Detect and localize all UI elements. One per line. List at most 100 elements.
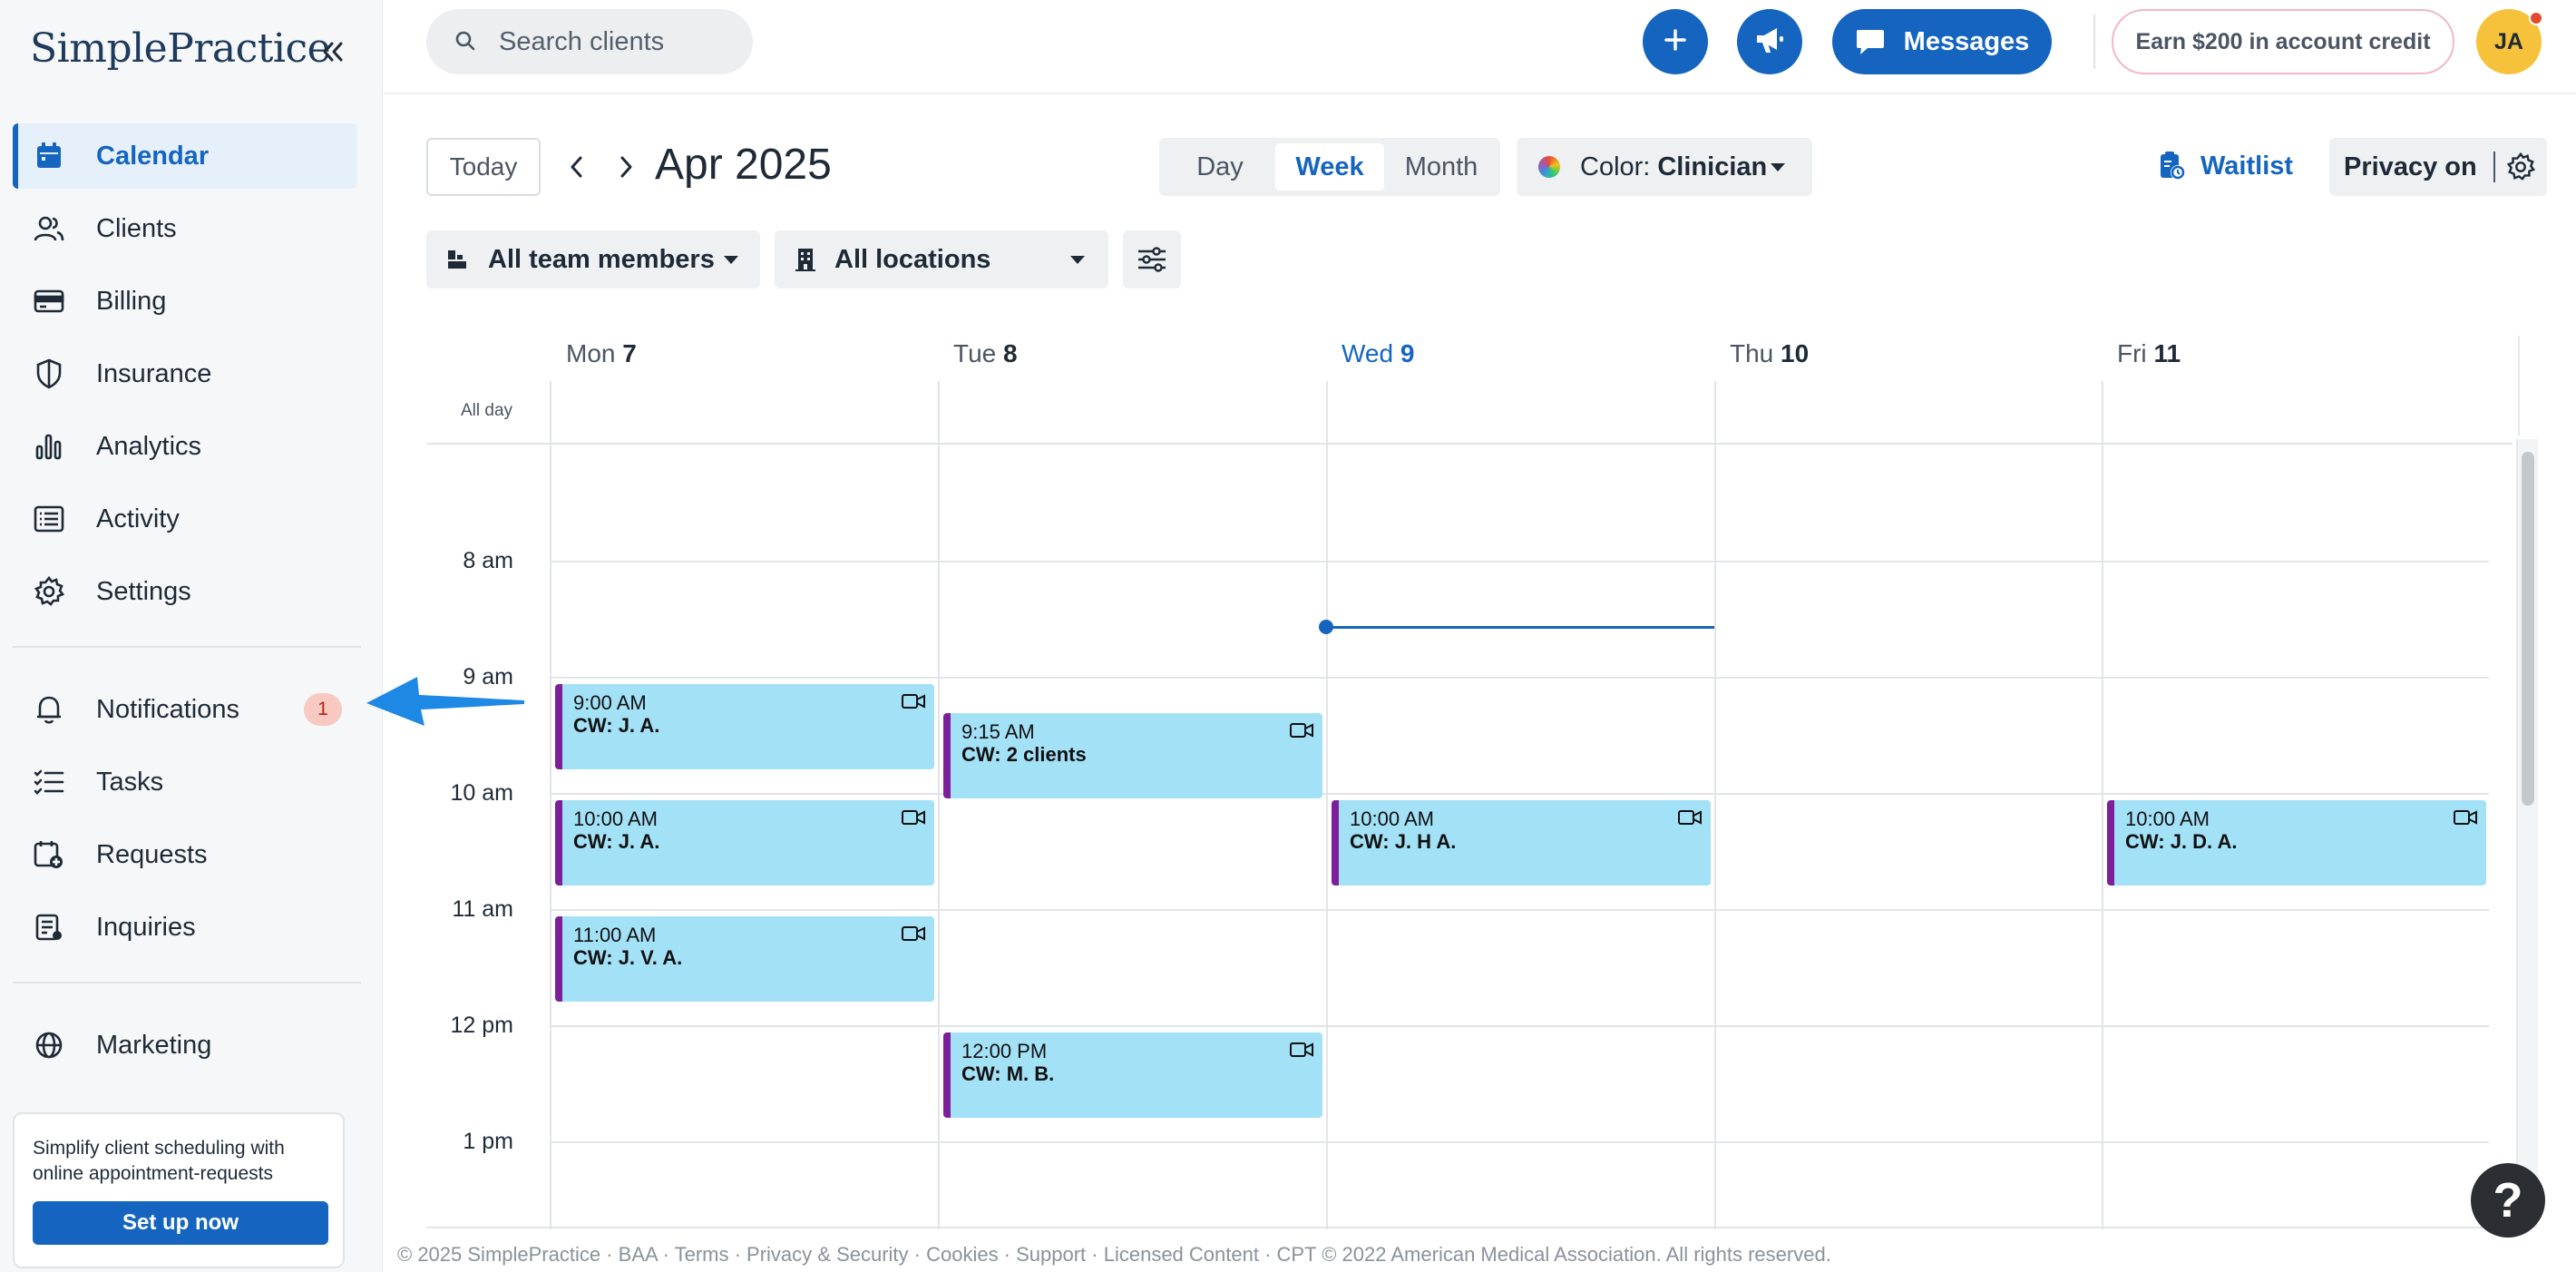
earn-credit-button[interactable]: Earn $200 in account credit [2112,9,2454,74]
team-members-icon [448,250,466,269]
sidebar: SimplePractice Calendar Clients Billing … [0,0,383,1272]
megaphone-icon [1753,24,1786,60]
sidebar-item-tasks[interactable]: Tasks [13,749,357,815]
messages-label: Messages [1903,26,2030,56]
view-month-tab[interactable]: Month [1390,143,1493,191]
waitlist-button[interactable]: Waitlist [2159,151,2293,181]
sidebar-item-label: Settings [96,576,191,606]
appointment-time: 9:00 AM [573,691,647,714]
video-camera-icon [902,694,925,709]
calendar-settings-button[interactable] [1123,230,1181,289]
annotation-arrow-icon [366,677,524,726]
bar-chart-icon [33,430,65,463]
hour-line [550,909,2489,911]
sidebar-item-calendar[interactable]: Calendar [13,123,357,189]
sidebar-item-clients[interactable]: Clients [13,196,357,261]
set-up-now-button[interactable]: Set up now [33,1201,328,1245]
sidebar-item-label: Inquiries [96,912,196,942]
sidebar-item-activity[interactable]: Activity [13,486,357,552]
sidebar-item-label: Calendar [96,141,210,171]
clients-icon [33,212,65,245]
day-header-tue[interactable]: Tue 8 [953,339,1018,368]
view-day-tab[interactable]: Day [1170,143,1270,191]
sidebar-item-billing[interactable]: Billing [13,269,357,334]
appointment-title: CW: J. A. [573,830,660,853]
locations-filter[interactable]: All locations [775,230,1108,289]
sidebar-item-insurance[interactable]: Insurance [13,341,357,406]
privacy-label: Privacy on [2344,152,2477,181]
appointment-block[interactable]: 10:00 AM CW: J. A. [555,800,934,886]
sidebar-item-inquiries[interactable]: Inquiries [13,895,357,960]
help-button[interactable]: ? [2471,1163,2545,1238]
privacy-separator [2493,152,2495,182]
month-title: Apr 2025 [655,141,832,189]
sidebar-item-requests[interactable]: Requests [13,822,357,887]
calendar-scrollbar-thumb[interactable] [2522,452,2534,806]
simplepractice-logo[interactable]: SimplePractice [30,25,331,72]
all-day-label: All day [461,401,513,420]
grid-right-edge [2518,336,2520,435]
sidebar-item-label: Marketing [96,1030,212,1060]
appointment-title: CW: J. V. A. [573,946,683,969]
team-filter-label: All team members [488,244,715,274]
caret-down-icon [724,256,738,264]
appointment-block[interactable]: 11:00 AM CW: J. V. A. [555,916,934,1002]
sidebar-item-analytics[interactable]: Analytics [13,414,357,479]
sidebar-item-label: Requests [96,839,208,869]
color-by-dropdown[interactable]: Color: Clinician [1517,138,1812,196]
sliders-icon [1138,247,1166,272]
time-label: 10 am [450,780,513,806]
caret-down-icon [1070,256,1085,264]
chevron-right-icon [620,156,632,178]
appointment-block[interactable]: 12:00 PM CW: M. B. [943,1032,1322,1118]
search-placeholder: Search clients [499,26,665,56]
current-time-dot [1319,620,1333,634]
video-camera-icon [902,926,925,941]
day-header-mon[interactable]: Mon 7 [566,339,637,368]
video-camera-icon [2454,810,2477,825]
appointment-block[interactable]: 10:00 AM CW: J. D. A. [2107,800,2486,886]
day-header-fri[interactable]: Fri 11 [2117,339,2181,368]
today-button[interactable]: Today [426,138,541,196]
view-week-tab[interactable]: Week [1275,143,1384,191]
day-header-wed[interactable]: Wed 9 [1342,339,1414,368]
promo-text: Simplify client scheduling with online a… [33,1138,285,1184]
hour-line [550,677,2489,679]
gear-icon[interactable] [2506,152,2535,181]
time-label: 11 am [452,896,513,922]
search-clients-input[interactable]: Search clients [426,9,753,74]
appointment-time: 11:00 AM [573,924,657,946]
privacy-toggle[interactable]: Privacy on [2329,138,2547,196]
appointment-block[interactable]: 9:15 AM CW: 2 clients [943,713,1322,798]
sidebar-item-settings[interactable]: Settings [13,559,357,624]
video-camera-icon [1290,1042,1313,1057]
credit-card-icon [33,285,65,318]
collapse-sidebar-icon[interactable] [317,36,348,67]
globe-icon [33,1029,65,1062]
next-week-button[interactable] [610,151,642,183]
day-column-divider [1714,381,1716,1229]
bell-icon [33,693,65,726]
plus-icon [1663,27,1688,57]
hour-line [550,561,2489,563]
gear-icon [33,575,65,608]
notifications-count-badge: 1 [304,693,342,726]
add-new-button[interactable] [1643,9,1708,74]
announcements-button[interactable] [1737,9,1802,74]
chevron-left-icon [571,156,582,178]
time-label: 1 pm [463,1129,513,1154]
sidebar-item-label: Tasks [96,767,164,797]
messages-button[interactable]: Messages [1832,9,2052,74]
day-column-divider [550,381,551,1229]
sidebar-item-marketing[interactable]: Marketing [13,1013,357,1078]
sidebar-item-label: Clients [96,213,177,243]
day-header-thu[interactable]: Thu 10 [1730,339,1809,368]
appointment-block[interactable]: 9:00 AM CW: J. A. [555,684,934,769]
previous-week-button[interactable] [561,151,593,183]
appointment-title: CW: 2 clients [961,743,1087,766]
waitlist-label: Waitlist [2200,151,2294,181]
appointment-block[interactable]: 10:00 AM CW: J. H A. [1332,800,1711,886]
shield-icon [33,357,65,390]
team-members-filter[interactable]: All team members [426,230,760,289]
hour-line [550,793,2489,795]
